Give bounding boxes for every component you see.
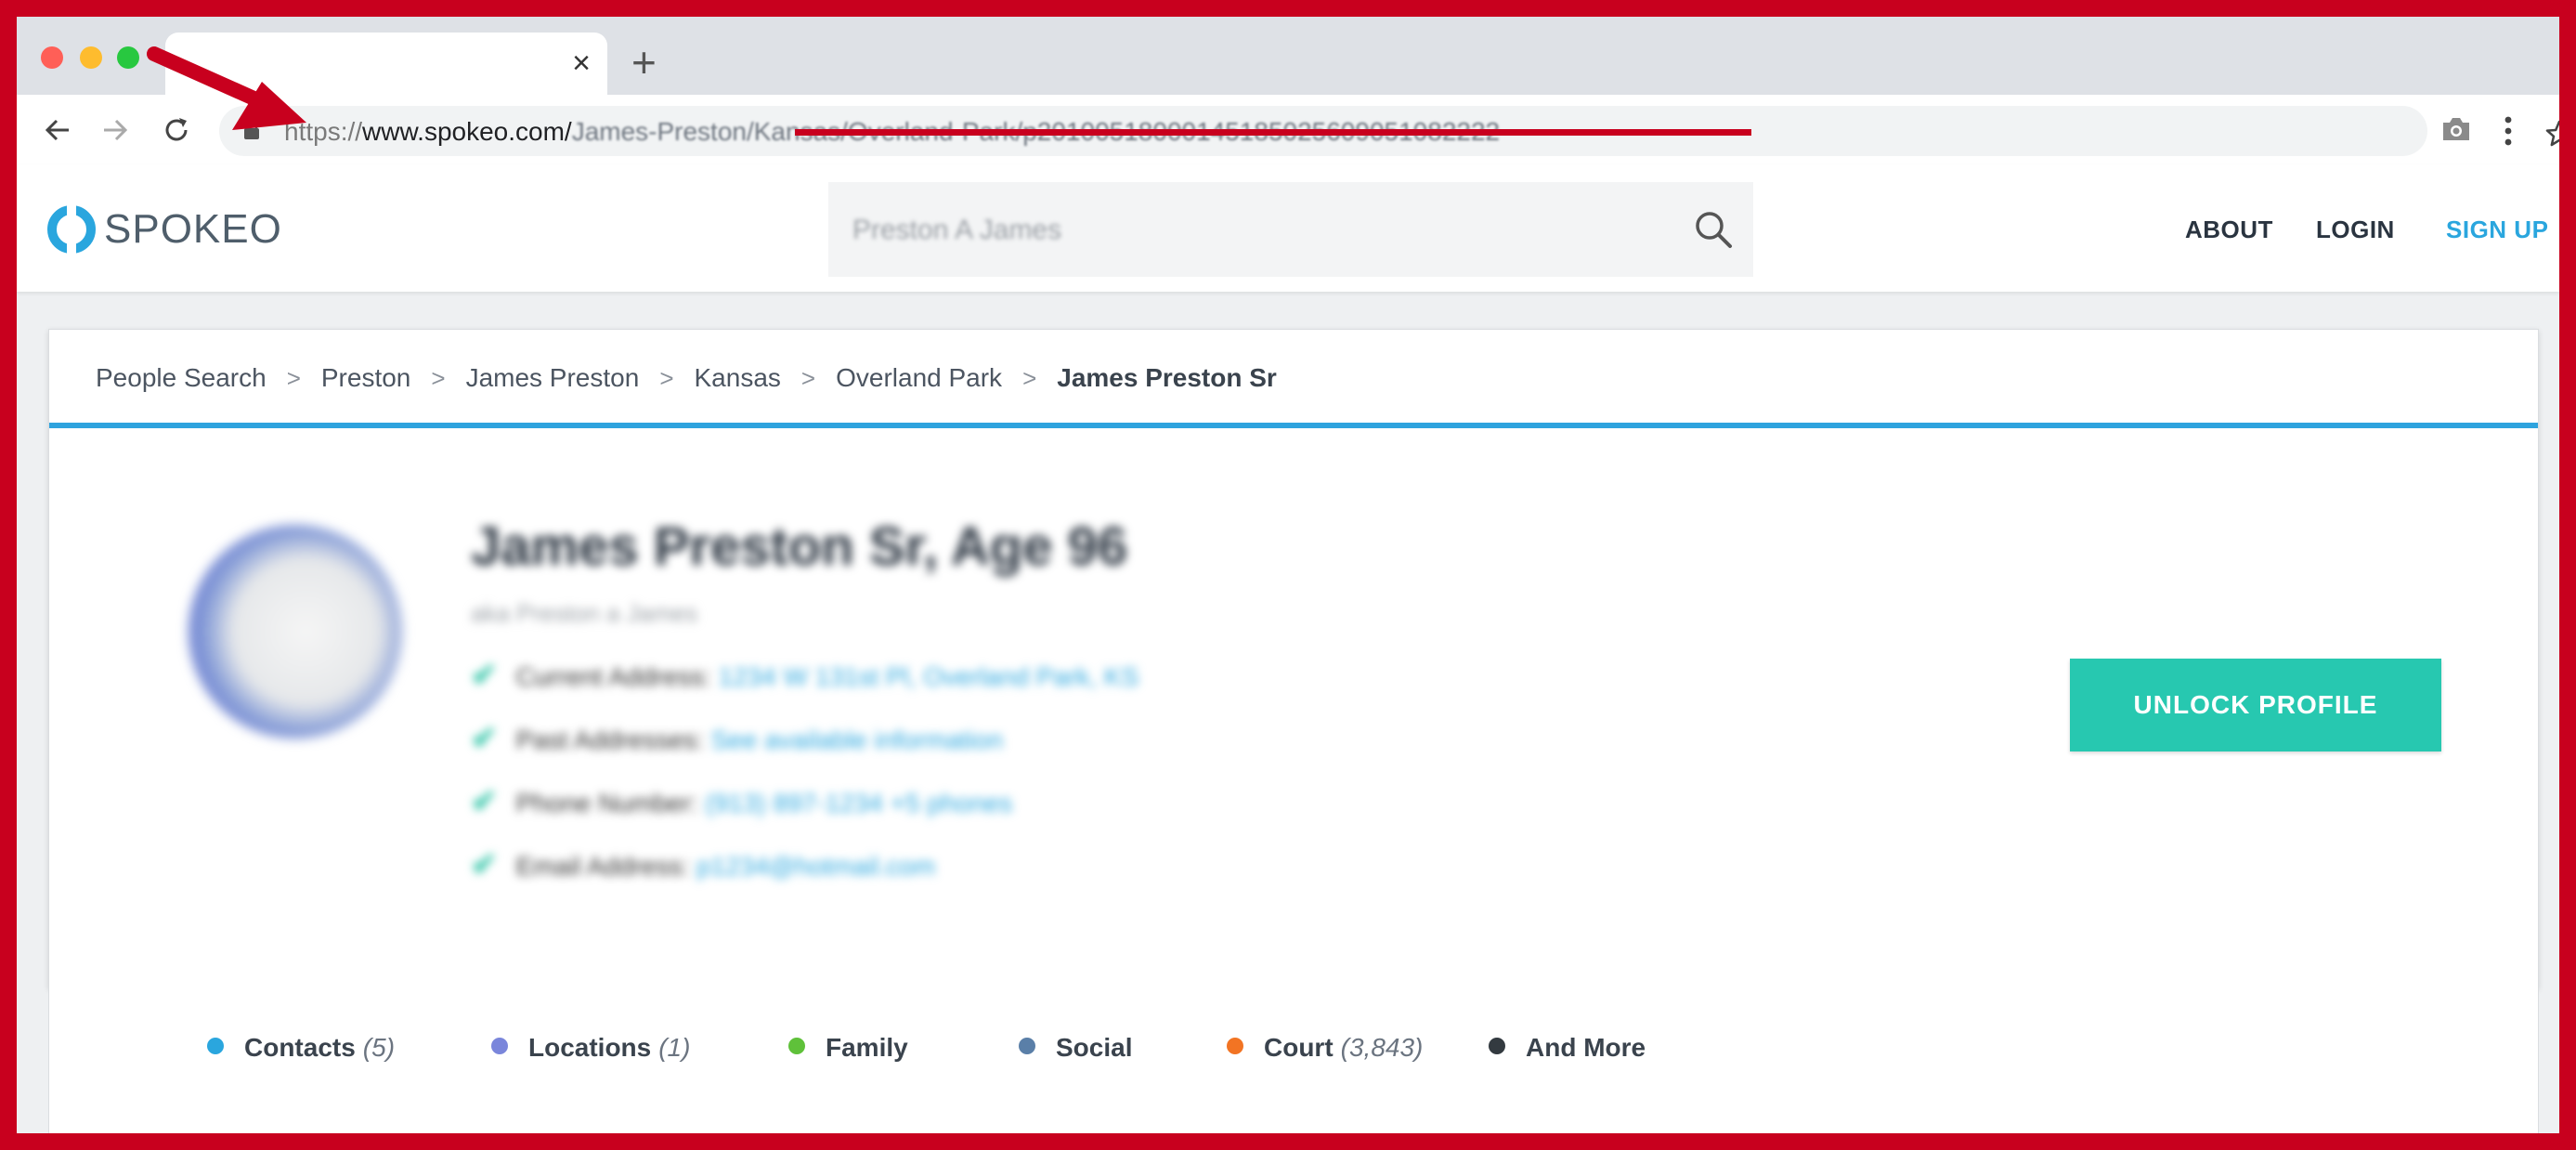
logo-text[interactable]: SPOKEO xyxy=(104,206,282,253)
browser-tab-strip: × + xyxy=(17,17,2559,95)
lock-icon xyxy=(244,120,259,139)
section-label: Social xyxy=(1056,1033,1133,1062)
fact-link[interactable]: p1234@hotmail.com xyxy=(696,852,935,881)
section-locations[interactable]: Locations (1) xyxy=(491,1033,690,1063)
fact-current-address: ✔ Current Address: 1234 W 131st Pl, Overl… xyxy=(471,657,1138,694)
breadcrumb-kansas[interactable]: Kansas xyxy=(695,363,781,393)
breadcrumb-divider xyxy=(49,423,2538,428)
dot-icon xyxy=(1489,1038,1505,1054)
search-icon[interactable] xyxy=(1694,210,1733,249)
window-close-icon[interactable] xyxy=(41,46,63,69)
screenshot-frame: × + https://www.spokeo.com/James-Preston… xyxy=(17,17,2559,1133)
fact-email-address: ✔ Email Address: p1234@hotmail.com xyxy=(471,846,935,883)
search-input[interactable] xyxy=(851,182,1672,279)
breadcrumb-overland-park[interactable]: Overland Park xyxy=(836,363,1002,393)
url-redaction-line xyxy=(795,129,1751,136)
fact-phone-number: ✔ Phone Number: (913) 897-1234 +5 phones xyxy=(471,783,1012,820)
breadcrumb-chevron-icon: > xyxy=(800,364,816,392)
unlock-profile-button[interactable]: UNLOCK PROFILE xyxy=(2070,659,2441,751)
tab-close-icon[interactable]: × xyxy=(572,47,591,79)
camera-icon[interactable] xyxy=(2440,115,2472,143)
window-zoom-icon[interactable] xyxy=(117,46,139,69)
section-label: And More xyxy=(1526,1033,1646,1062)
section-court[interactable]: Court (3,843) xyxy=(1227,1033,1423,1063)
avatar xyxy=(189,525,402,738)
breadcrumb-chevron-icon: > xyxy=(286,364,301,392)
section-contacts[interactable]: Contacts (5) xyxy=(207,1033,395,1063)
section-count: (3,843) xyxy=(1340,1033,1424,1062)
menu-kebab-icon[interactable] xyxy=(2504,115,2513,147)
fact-label: Phone Number: xyxy=(515,789,698,817)
fact-past-addresses: ✔ Past Addresses: See available informati… xyxy=(471,720,1003,757)
breadcrumb: People Search > Preston > James Preston > Kans… xyxy=(96,363,1277,393)
section-and-more[interactable]: And More xyxy=(1489,1033,1646,1063)
person-aka: aka Preston a James xyxy=(471,599,698,627)
dot-icon xyxy=(1019,1038,1035,1054)
nav-login-link[interactable]: LOGIN xyxy=(2316,216,2395,244)
bookmark-star-icon[interactable] xyxy=(2544,119,2559,149)
url-host: www.spokeo.com/ xyxy=(362,117,572,146)
check-icon: ✔ xyxy=(471,721,498,756)
fact-label: Past Addresses: xyxy=(515,725,704,754)
breadcrumb-chevron-icon: > xyxy=(1022,364,1037,392)
browser-toolbar: https://www.spokeo.com/James-Preston/Kan… xyxy=(17,95,2559,167)
check-icon: ✔ xyxy=(471,658,498,693)
section-label: Contacts xyxy=(244,1033,356,1062)
dot-icon xyxy=(788,1038,805,1054)
back-arrow-icon[interactable] xyxy=(43,115,72,145)
section-social[interactable]: Social xyxy=(1019,1033,1132,1063)
section-count: (1) xyxy=(658,1033,691,1062)
fact-link[interactable]: 1234 W 131st Pl, Overland Park, KS xyxy=(718,662,1138,691)
fact-label: Current Address: xyxy=(515,662,711,691)
section-nav: Contacts (5) Locations (1) Family Social C… xyxy=(48,987,2539,1133)
profile-card: People Search > Preston > James Preston > Kans… xyxy=(48,329,2539,988)
forward-arrow-icon[interactable] xyxy=(100,115,130,145)
dot-icon xyxy=(207,1038,224,1054)
spokeo-logo-icon[interactable] xyxy=(46,204,97,255)
dot-icon xyxy=(1227,1038,1243,1054)
web-page: SPOKEO ABOUT LOGIN SIGN UP People Search… xyxy=(17,165,2559,1133)
breadcrumb-current: James Preston Sr xyxy=(1057,363,1277,392)
fact-label: Email Address: xyxy=(515,852,690,881)
breadcrumb-james-preston[interactable]: James Preston xyxy=(466,363,640,393)
fact-link[interactable]: See available information xyxy=(711,725,1003,754)
address-bar[interactable]: https://www.spokeo.com/James-Preston/Kan… xyxy=(219,106,2559,156)
url-scheme: https:// xyxy=(284,117,363,146)
breadcrumb-chevron-icon: > xyxy=(659,364,674,392)
window-minimize-icon[interactable] xyxy=(80,46,102,69)
person-name: James Preston Sr, Age 96 xyxy=(471,516,1128,577)
site-header: SPOKEO ABOUT LOGIN SIGN UP xyxy=(17,165,2559,292)
search-box xyxy=(828,182,1753,279)
section-label: Court xyxy=(1264,1033,1334,1062)
nav-about-link[interactable]: ABOUT xyxy=(2185,216,2273,244)
browser-tab[interactable]: × xyxy=(165,33,607,95)
section-label: Family xyxy=(826,1033,908,1062)
new-tab-button[interactable]: + xyxy=(631,41,657,84)
breadcrumb-people-search[interactable]: People Search xyxy=(96,363,267,393)
breadcrumb-chevron-icon: > xyxy=(431,364,446,392)
check-icon: ✔ xyxy=(471,784,498,819)
nav-signup-link[interactable]: SIGN UP xyxy=(2446,216,2548,244)
section-label: Locations xyxy=(528,1033,652,1062)
reload-icon[interactable] xyxy=(162,115,191,145)
dot-icon xyxy=(491,1038,508,1054)
breadcrumb-preston[interactable]: Preston xyxy=(321,363,411,393)
section-family[interactable]: Family xyxy=(788,1033,908,1063)
fact-link[interactable]: (913) 897-1234 +5 phones xyxy=(705,789,1012,817)
check-icon: ✔ xyxy=(471,847,498,882)
section-count: (5) xyxy=(362,1033,396,1062)
